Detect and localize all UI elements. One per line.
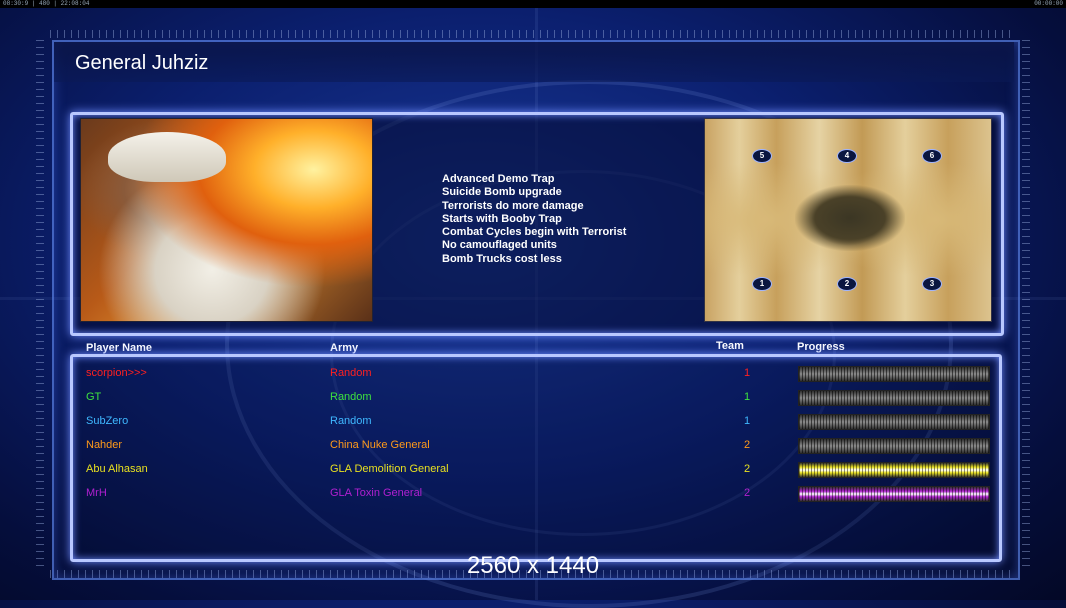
spawn-marker: 4: [837, 149, 857, 163]
ruler-top: [50, 30, 1016, 38]
bonus-item: Advanced Demo Trap: [442, 173, 555, 185]
player-team: 2: [744, 439, 751, 451]
player-name: GT: [86, 391, 102, 403]
player-name: scorpion>>>: [86, 367, 147, 379]
progress-bar: [798, 486, 990, 502]
player-army: GLA Toxin General: [330, 487, 423, 499]
spawn-marker: 5: [752, 149, 772, 163]
player-row: Nahder China Nuke General 2: [0, 438, 1066, 463]
status-right: 00:00:00: [1034, 0, 1063, 7]
player-team: 2: [744, 487, 751, 499]
player-name: Nahder: [86, 439, 123, 451]
bonus-item: Terrorists do more damage: [442, 199, 584, 212]
header-team: Team: [716, 340, 744, 352]
player-row: MrH GLA Toxin General 2: [0, 486, 1066, 511]
bonus-item: Combat Cycles begin with Terrorist: [442, 226, 627, 239]
player-army: Random: [330, 391, 372, 403]
player-army: Random: [330, 415, 372, 427]
spawn-marker: 1: [752, 277, 772, 291]
player-team: 1: [744, 391, 751, 403]
player-row: scorpion>>> Random 1: [0, 366, 1066, 391]
general-title: General Juhziz: [75, 52, 209, 74]
spawn-marker: 6: [922, 149, 942, 163]
status-left: 08:30:9 | 480 | 22:08:04: [3, 0, 90, 7]
player-army: China Nuke General: [330, 439, 430, 451]
progress-bar: [798, 414, 990, 430]
player-team: 1: [744, 415, 751, 427]
spawn-marker: 3: [922, 277, 942, 291]
bonus-item: Starts with Booby Trap: [442, 212, 562, 225]
status-bar: 08:30:9 | 480 | 22:08:04 00:00:00: [0, 0, 1066, 8]
player-name: MrH: [86, 487, 107, 499]
bonus-item: No camouflaged units: [442, 239, 557, 252]
player-row: GT Random 1: [0, 390, 1066, 415]
player-team: 2: [744, 463, 751, 475]
bonus-item: Bomb Trucks cost less: [442, 252, 562, 265]
player-army: Random: [330, 367, 372, 379]
portrait-headwrap: [108, 132, 226, 182]
general-bonus-list: Advanced Demo Trap Suicide Bomb upgrade …: [442, 173, 626, 266]
progress-bar: [798, 390, 990, 406]
player-row: Abu Alhasan GLA Demolition General 2: [0, 462, 1066, 487]
header-army: Army: [330, 342, 359, 354]
header-progress: Progress: [797, 341, 845, 353]
player-name: Abu Alhasan: [86, 463, 148, 475]
spawn-marker: 2: [837, 277, 857, 291]
progress-bar: [798, 462, 990, 478]
header-player-name: Player Name: [86, 342, 153, 354]
progress-bar: [798, 366, 990, 382]
player-name: SubZero: [86, 415, 129, 427]
player-army: GLA Demolition General: [330, 463, 449, 475]
player-row: SubZero Random 1: [0, 414, 1066, 439]
player-team: 1: [744, 367, 751, 379]
progress-bar: [798, 438, 990, 454]
bonus-item: Suicide Bomb upgrade: [442, 186, 562, 199]
resolution-overlay: 2560 x 1440: [466, 552, 600, 579]
map-center-crater: [795, 185, 905, 251]
